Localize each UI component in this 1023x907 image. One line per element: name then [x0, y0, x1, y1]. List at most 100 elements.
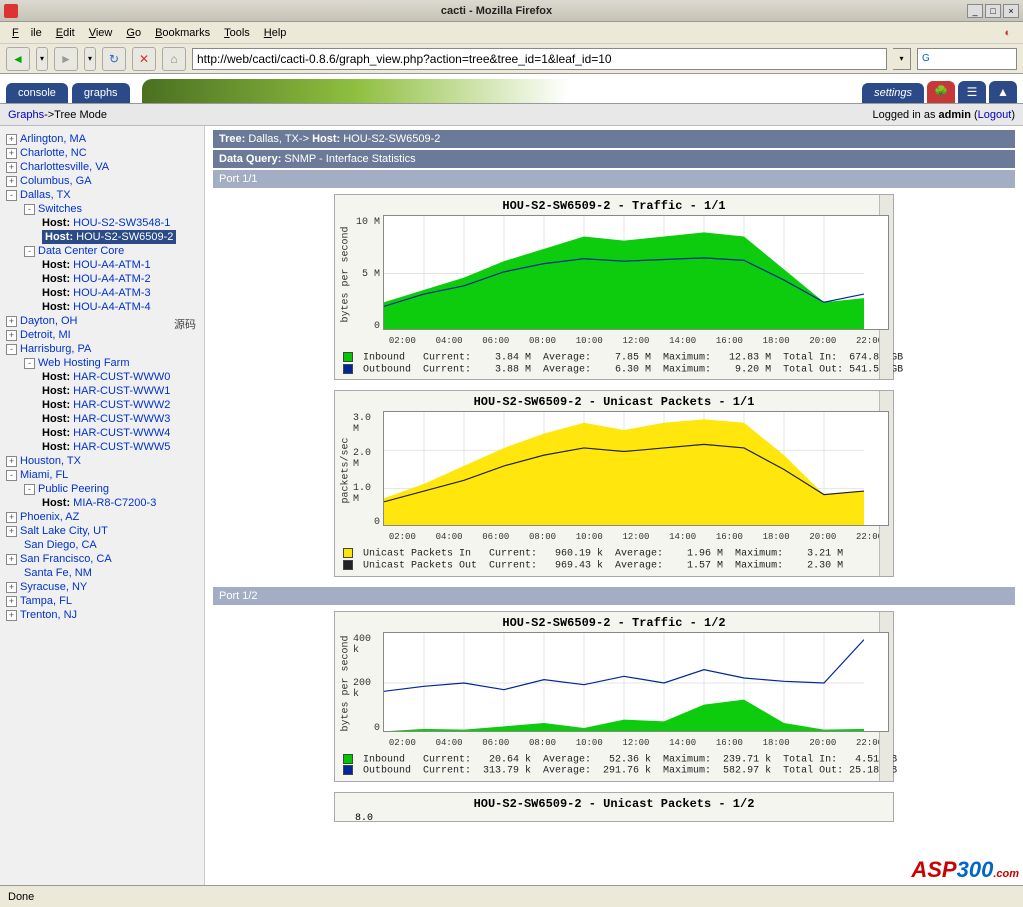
tree-node[interactable]: Miami, FL: [20, 469, 68, 481]
tree-toggle[interactable]: +: [6, 512, 17, 523]
tree-node[interactable]: Detroit, MI: [20, 329, 71, 341]
menu-file[interactable]: File: [6, 25, 48, 41]
nav-toolbar: ◄ ▾ ► ▾ ↻ ✕ ⌂ ▾ G: [0, 44, 1023, 74]
page-watermark: ASP300.com: [911, 857, 1019, 883]
tab-console[interactable]: console: [6, 83, 68, 103]
graph-unicast-1-1[interactable]: HOU-S2-SW6509-2 - Unicast Packets - 1/1p…: [334, 390, 894, 576]
tree-node[interactable]: Host: MIA-R8-C7200-3: [42, 497, 156, 509]
menu-edit[interactable]: Edit: [50, 25, 81, 41]
tree-toggle[interactable]: -: [6, 344, 17, 355]
tab-graphs[interactable]: graphs: [72, 83, 130, 103]
menu-help[interactable]: Help: [258, 25, 293, 41]
tree-node[interactable]: Host: HOU-A4-ATM-1: [42, 259, 151, 271]
preview-view-icon[interactable]: ▲: [989, 81, 1017, 103]
tree-node[interactable]: Public Peering: [38, 483, 109, 495]
tree-node[interactable]: Host: HAR-CUST-WWW0: [42, 371, 170, 383]
tree-node[interactable]: Arlington, MA: [20, 133, 86, 145]
app-icon: [4, 4, 18, 18]
tree-node[interactable]: Houston, TX: [20, 455, 81, 467]
tree-node[interactable]: Dayton, OH: [20, 315, 77, 327]
forward-dropdown[interactable]: ▾: [84, 47, 96, 71]
menu-bookmarks[interactable]: Bookmarks: [149, 25, 216, 41]
tree-toggle[interactable]: +: [6, 596, 17, 607]
graph-content: Tree: Dallas, TX-> Host: HOU-S2-SW6509-2…: [205, 126, 1023, 885]
tree-node[interactable]: Host: HOU-A4-ATM-3: [42, 287, 151, 299]
tree-node[interactable]: Syracuse, NY: [20, 581, 87, 593]
tree-toggle[interactable]: +: [6, 526, 17, 537]
tree-node[interactable]: Tampa, FL: [20, 595, 72, 607]
tree-toggle[interactable]: -: [6, 470, 17, 481]
graph-traffic-1-1[interactable]: HOU-S2-SW6509-2 - Traffic - 1/1bytes per…: [334, 194, 894, 380]
minimize-button[interactable]: _: [967, 4, 983, 18]
status-bar: Done: [0, 885, 1023, 907]
maximize-button[interactable]: □: [985, 4, 1001, 18]
tree-node[interactable]: San Francisco, CA: [20, 553, 112, 565]
tree-node[interactable]: Web Hosting Farm: [38, 357, 130, 369]
tree-toggle[interactable]: -: [6, 190, 17, 201]
tree-node[interactable]: Host: HAR-CUST-WWW1: [42, 385, 170, 397]
graph-traffic-1-2[interactable]: HOU-S2-SW6509-2 - Traffic - 1/2bytes per…: [334, 611, 894, 782]
menu-tools[interactable]: Tools: [218, 25, 256, 41]
tree-node[interactable]: Trenton, NJ: [20, 609, 77, 621]
tree-node[interactable]: Host: HOU-S2-SW3548-1: [42, 217, 170, 229]
tree-toggle[interactable]: +: [6, 316, 17, 327]
tree-node[interactable]: Charlotte, NC: [20, 147, 87, 159]
tree-node[interactable]: Columbus, GA: [20, 175, 92, 187]
tree-toggle[interactable]: -: [24, 204, 35, 215]
tree-node[interactable]: Data Center Core: [38, 245, 124, 257]
tree-view-icon[interactable]: 🌳: [927, 81, 955, 103]
reload-button[interactable]: ↻: [102, 47, 126, 71]
window-title: cacti - Mozilla Firefox: [26, 5, 967, 17]
search-input[interactable]: G: [917, 48, 1017, 70]
tree-node[interactable]: Host: HOU-A4-ATM-4: [42, 301, 151, 313]
tree-node[interactable]: Host: HOU-S2-SW6509-2: [42, 230, 176, 244]
tree-toggle[interactable]: +: [6, 610, 17, 621]
url-dropdown[interactable]: ▾: [893, 48, 911, 70]
url-input[interactable]: [192, 48, 887, 70]
tree-toggle[interactable]: +: [6, 134, 17, 145]
tree-node[interactable]: Host: HOU-A4-ATM-2: [42, 273, 151, 285]
cacti-tab-bar: console graphs settings 🌳 ☰ ▲: [0, 74, 1023, 104]
menu-bar: File Edit View Go Bookmarks Tools Help ◐: [0, 22, 1023, 44]
back-dropdown[interactable]: ▾: [36, 47, 48, 71]
menu-view[interactable]: View: [83, 25, 119, 41]
tree-node[interactable]: Host: HAR-CUST-WWW4: [42, 427, 170, 439]
login-status: Logged in as admin (Logout): [872, 109, 1015, 121]
tree-node[interactable]: Phoenix, AZ: [20, 511, 79, 523]
tree-toggle[interactable]: +: [6, 330, 17, 341]
tree-toggle[interactable]: +: [6, 554, 17, 565]
tree-node[interactable]: Switches: [38, 203, 82, 215]
tree-toggle[interactable]: -: [24, 358, 35, 369]
tree-node[interactable]: Harrisburg, PA: [20, 343, 91, 355]
tree-toggle[interactable]: +: [6, 162, 17, 173]
close-button[interactable]: ×: [1003, 4, 1019, 18]
tree-node[interactable]: Host: HAR-CUST-WWW3: [42, 413, 170, 425]
tree-node[interactable]: Charlottesville, VA: [20, 161, 109, 173]
back-button[interactable]: ◄: [6, 47, 30, 71]
tab-settings[interactable]: settings: [862, 83, 924, 103]
tree-node[interactable]: Host: HAR-CUST-WWW5: [42, 441, 170, 453]
breadcrumb-mode: Tree Mode: [54, 109, 107, 121]
tree-node[interactable]: Host: HAR-CUST-WWW2: [42, 399, 170, 411]
tree-toggle[interactable]: -: [24, 246, 35, 257]
tree-header: Tree: Dallas, TX-> Host: HOU-S2-SW6509-2: [213, 130, 1015, 148]
home-button[interactable]: ⌂: [162, 47, 186, 71]
logout-link[interactable]: Logout: [978, 109, 1012, 121]
status-text: Done: [8, 891, 34, 903]
tree-node[interactable]: San Diego, CA: [20, 539, 97, 551]
tree-node[interactable]: Dallas, TX: [20, 189, 71, 201]
tree-toggle[interactable]: +: [6, 582, 17, 593]
data-query-header: Data Query: SNMP - Interface Statistics: [213, 150, 1015, 168]
tree-node[interactable]: Santa Fe, NM: [20, 567, 92, 579]
forward-button[interactable]: ►: [54, 47, 78, 71]
stop-button[interactable]: ✕: [132, 47, 156, 71]
tree-toggle[interactable]: +: [6, 176, 17, 187]
tree-toggle[interactable]: -: [24, 484, 35, 495]
tree-toggle[interactable]: +: [6, 148, 17, 159]
list-view-icon[interactable]: ☰: [958, 81, 986, 103]
graph-unicast-1-2[interactable]: HOU-S2-SW6509-2 - Unicast Packets - 1/2 …: [334, 792, 894, 822]
breadcrumb-graphs[interactable]: Graphs: [8, 109, 44, 121]
menu-go[interactable]: Go: [120, 25, 147, 41]
tree-toggle[interactable]: +: [6, 456, 17, 467]
tree-node[interactable]: Salt Lake City, UT: [20, 525, 108, 537]
